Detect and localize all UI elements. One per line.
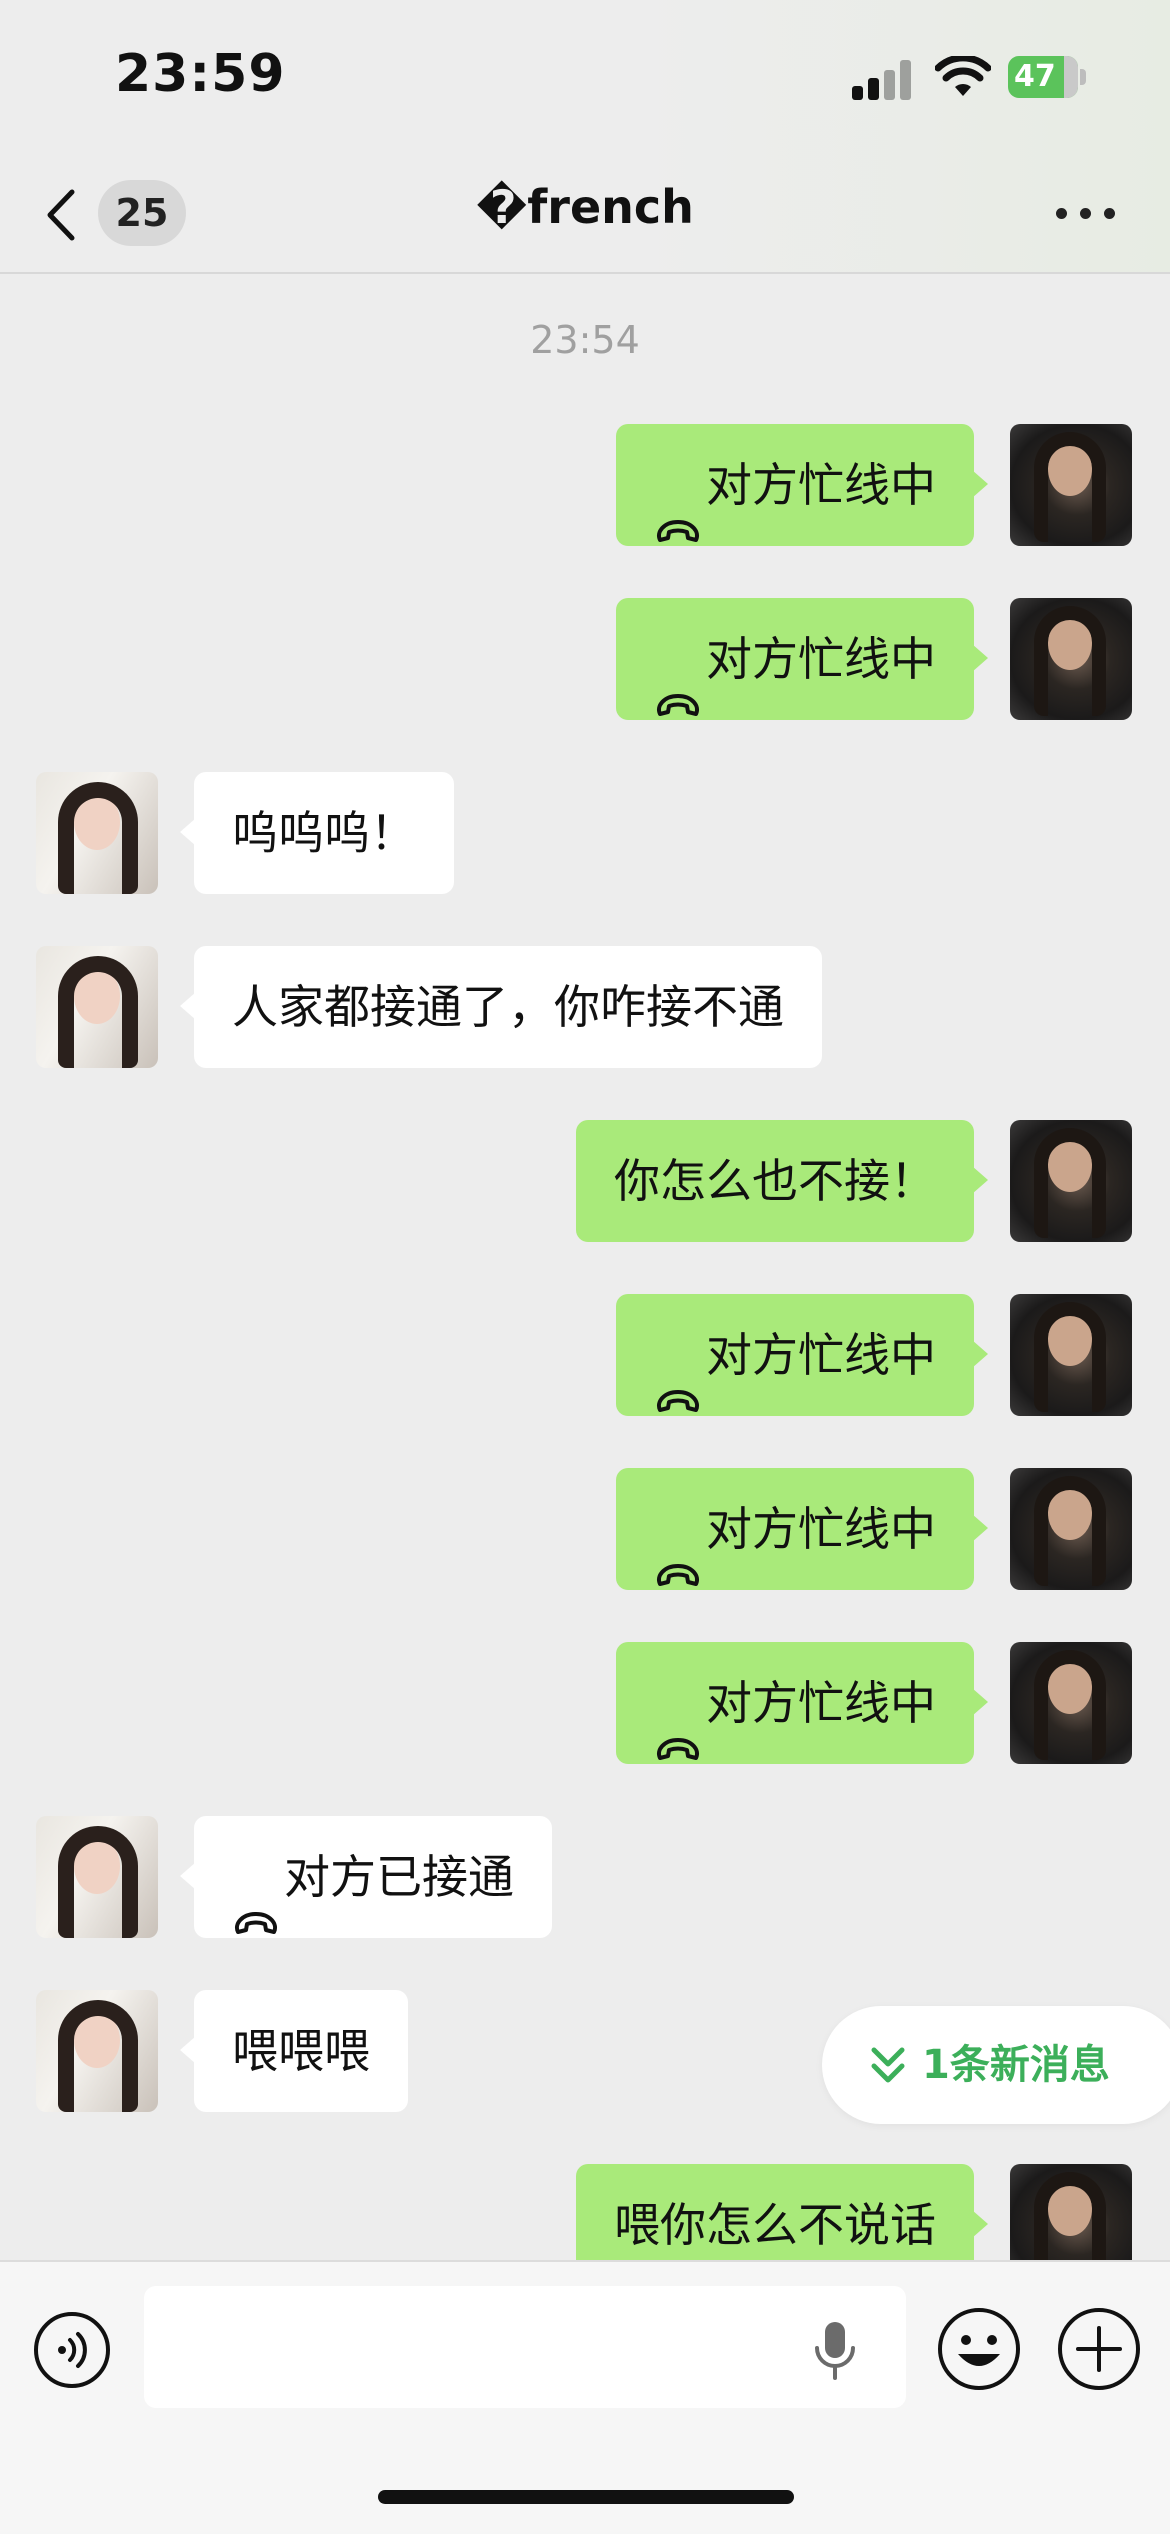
my-avatar[interactable] <box>1010 1468 1132 1590</box>
contact-avatar[interactable] <box>36 1990 158 2112</box>
my-avatar[interactable] <box>1010 2164 1132 2260</box>
message-text: 对方已接通 <box>284 1850 514 1904</box>
message-input[interactable] <box>144 2286 906 2408</box>
message-text: 呜呜呜！ <box>232 806 416 860</box>
message-text: 喂你怎么不说话 <box>614 2198 936 2252</box>
contact-avatar[interactable] <box>36 1816 158 1938</box>
message-text: 对方忙线中 <box>706 632 936 686</box>
message-row: 对方忙线中 <box>0 1468 1170 1592</box>
phone-call-icon <box>232 1863 280 1934</box>
message-text: 你怎么也不接！ <box>614 1154 936 1208</box>
call-record-bubble[interactable]: 对方忙线中 <box>616 1294 988 1416</box>
message-row: 对方忙线中 <box>0 1294 1170 1418</box>
message-row: 对方忙线中 <box>0 598 1170 722</box>
double-chevron-down-icon <box>871 2047 905 2083</box>
call-record-bubble[interactable]: 对方忙线中 <box>616 424 988 546</box>
message-bubble[interactable]: 喂喂喂 <box>180 1990 408 2112</box>
phone-call-icon <box>654 1341 702 1412</box>
message-bubble[interactable]: 喂你怎么不说话 <box>576 2164 988 2260</box>
phone-call-icon <box>654 1515 702 1586</box>
contact-avatar[interactable] <box>36 772 158 894</box>
my-avatar[interactable] <box>1010 1120 1132 1242</box>
call-record-bubble[interactable]: 对方已接通 <box>180 1816 552 1938</box>
message-text: 对方忙线中 <box>706 1676 936 1730</box>
home-indicator <box>378 2490 794 2504</box>
microphone-icon[interactable] <box>812 2320 858 2382</box>
message-text: 人家都接通了，你咋接不通 <box>232 980 784 1034</box>
message-list: 对方忙线中 对方忙线中 呜呜呜！ 人家都接通了，你咋接不通 你怎么也不接！ 对方忙线中 对方… <box>0 0 1170 2260</box>
new-message-label: 1条新消息 <box>922 2042 1110 2088</box>
message-row: 对方已接通 <box>0 1816 1170 1940</box>
message-text: 对方忙线中 <box>706 1328 936 1382</box>
message-row: 你怎么也不接！ <box>0 1120 1170 1244</box>
message-bubble[interactable]: 人家都接通了，你咋接不通 <box>180 946 822 1068</box>
call-record-bubble[interactable]: 对方忙线中 <box>616 1468 988 1590</box>
my-avatar[interactable] <box>1010 1642 1132 1764</box>
message-text: 对方忙线中 <box>706 458 936 512</box>
message-row: 呜呜呜！ <box>0 772 1170 896</box>
phone-call-icon <box>654 471 702 542</box>
call-record-bubble[interactable]: 对方忙线中 <box>616 1642 988 1764</box>
message-text: 对方忙线中 <box>706 1502 936 1556</box>
message-text: 喂喂喂 <box>232 2024 370 2078</box>
call-record-bubble[interactable]: 对方忙线中 <box>616 598 988 720</box>
message-bubble[interactable]: 呜呜呜！ <box>180 772 454 894</box>
plus-icon[interactable] <box>1056 2306 1142 2392</box>
phone-call-icon <box>654 645 702 716</box>
voice-mode-icon[interactable] <box>32 2310 112 2390</box>
emoji-icon[interactable] <box>936 2306 1022 2392</box>
my-avatar[interactable] <box>1010 424 1132 546</box>
new-message-button[interactable]: 1条新消息 <box>822 2006 1170 2124</box>
my-avatar[interactable] <box>1010 598 1132 720</box>
message-row: 喂你怎么不说话 <box>0 2164 1170 2260</box>
phone-call-icon <box>654 1689 702 1760</box>
message-row: 人家都接通了，你咋接不通 <box>0 946 1170 1070</box>
message-row: 对方忙线中 <box>0 424 1170 548</box>
my-avatar[interactable] <box>1010 1294 1132 1416</box>
message-row: 对方忙线中 <box>0 1642 1170 1766</box>
contact-avatar[interactable] <box>36 946 158 1068</box>
message-bubble[interactable]: 你怎么也不接！ <box>576 1120 988 1242</box>
